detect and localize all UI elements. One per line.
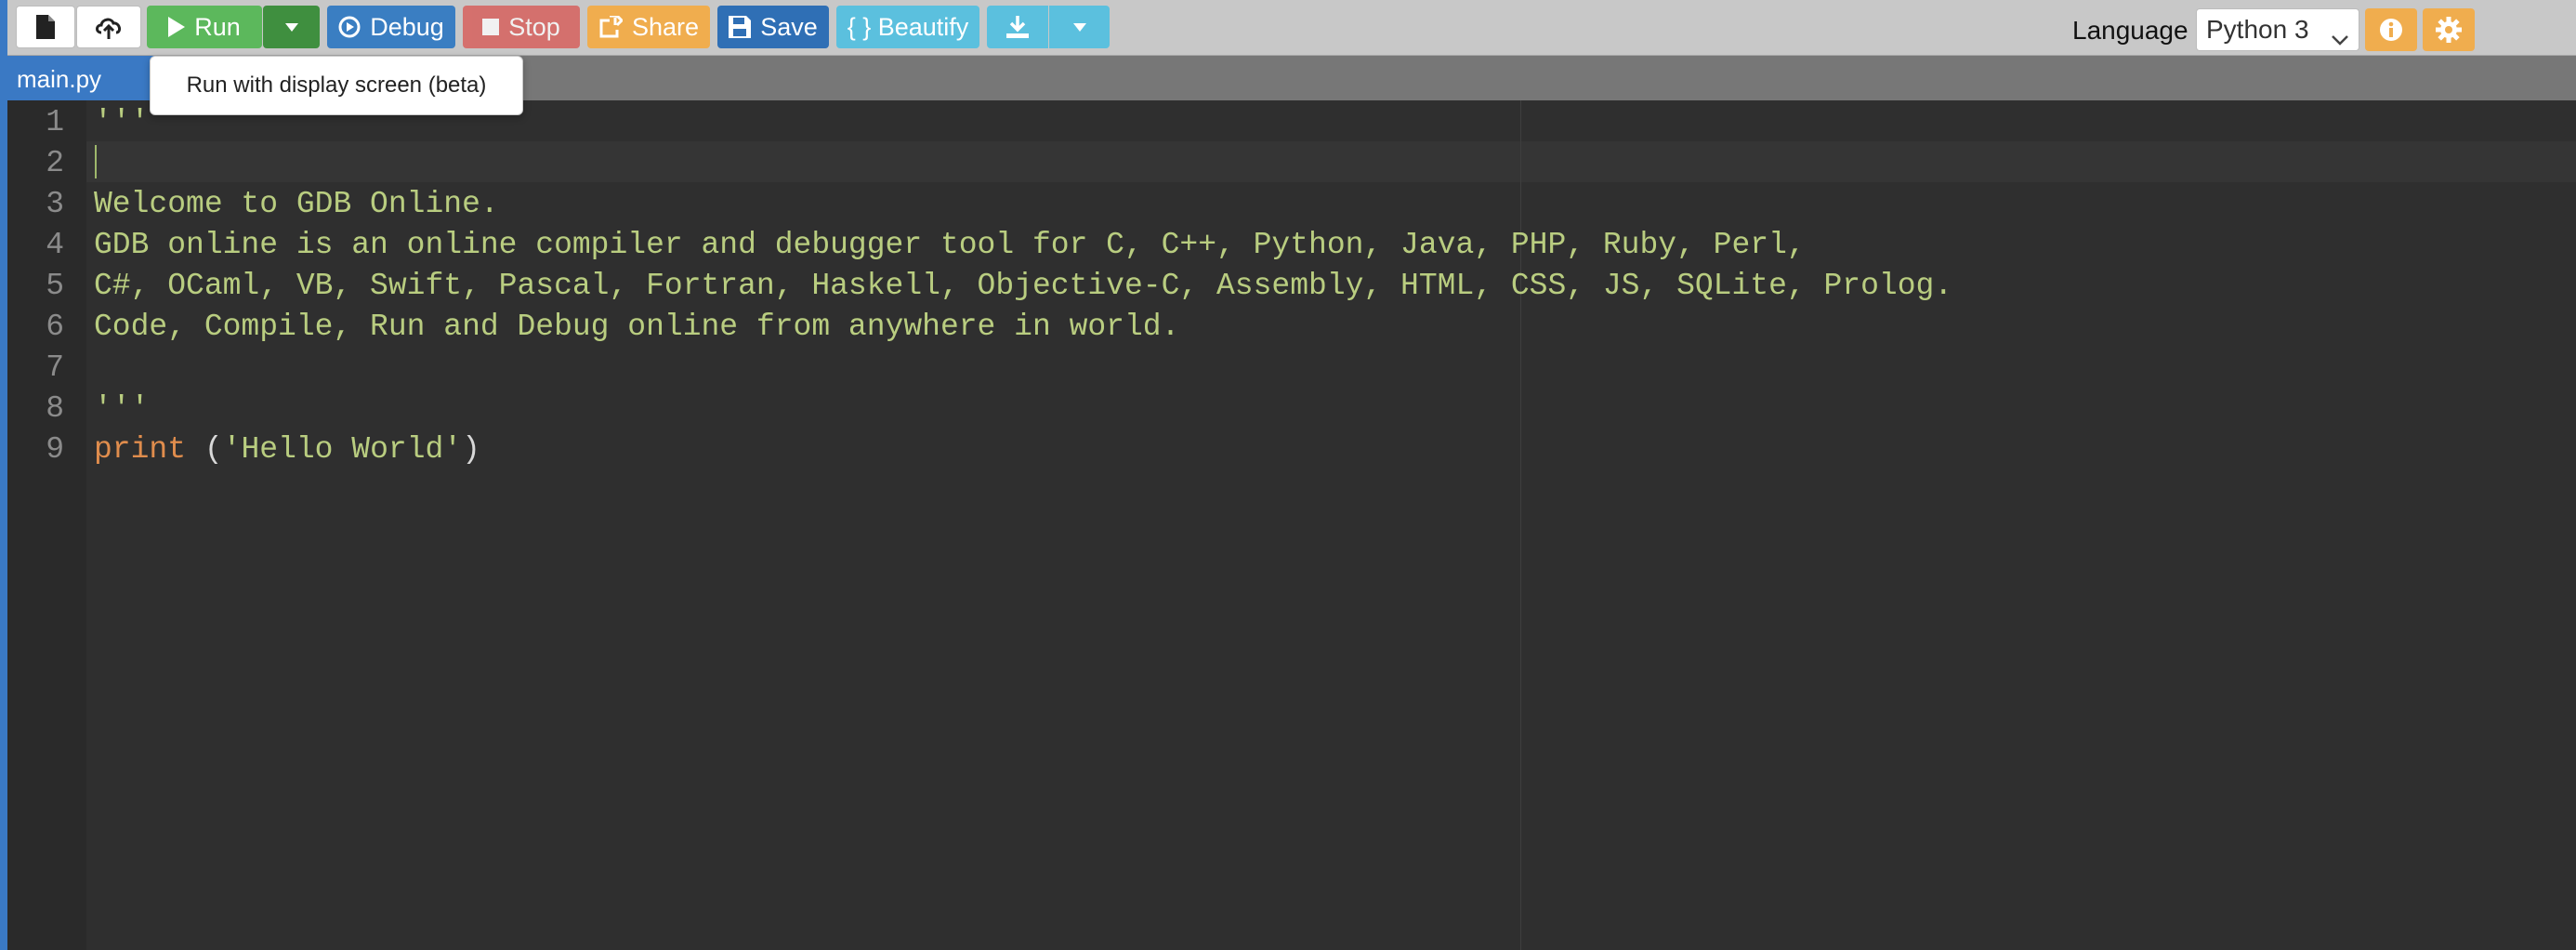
caret-down-icon (284, 22, 298, 32)
language-select[interactable]: Python 3 (2196, 8, 2359, 51)
upload-button[interactable] (76, 6, 141, 48)
tab-label: main.py (17, 65, 102, 93)
cloud-upload-icon (95, 15, 123, 39)
settings-button[interactable] (2423, 8, 2475, 51)
line-number: 2 (46, 146, 64, 180)
language-label: Language (2072, 16, 2188, 45)
play-icon (168, 17, 186, 37)
new-file-button[interactable] (16, 6, 75, 48)
download-button[interactable] (987, 6, 1048, 48)
share-button[interactable]: Share (587, 6, 710, 48)
stop-icon (482, 19, 500, 35)
beautify-button-label: { } Beautify (847, 12, 969, 41)
line-number: 5 (46, 269, 64, 303)
code-line: ''' (94, 391, 150, 426)
left-edge-strip (0, 0, 7, 950)
beautify-button[interactable]: { } Beautify (836, 6, 979, 48)
code-line-print: print ('Hello World') (94, 432, 480, 467)
language-select-value: Python 3 (2206, 15, 2309, 44)
info-button[interactable] (2365, 8, 2417, 51)
keyword-print: print (94, 432, 187, 467)
code-line: ''' (94, 105, 150, 139)
line-number-gutter: 1 2 3 4 5 6 7 8 9 (7, 100, 86, 950)
stop-button[interactable]: Stop (463, 6, 580, 48)
info-icon (2379, 18, 2403, 42)
save-button[interactable]: Save (717, 6, 829, 48)
share-icon (598, 16, 623, 38)
run-options-tooltip[interactable]: Run with display screen (beta) (150, 56, 523, 115)
line-number: 9 (46, 432, 64, 467)
line-number: 7 (46, 350, 64, 385)
line-number: 6 (46, 310, 64, 344)
tab-main-py[interactable]: main.py (7, 56, 167, 100)
debug-button[interactable]: Debug (327, 6, 455, 48)
run-button-label: Run (194, 12, 241, 41)
line-number: 1 (46, 105, 64, 139)
code-line: C#, OCaml, VB, Swift, Pascal, Fortran, H… (94, 269, 1953, 303)
run-button[interactable]: Run (147, 6, 262, 48)
line-number: 3 (46, 187, 64, 221)
code-line: Code, Compile, Run and Debug online from… (94, 310, 1180, 344)
gear-icon (2436, 17, 2462, 43)
text-cursor (95, 145, 97, 178)
line-number: 8 (46, 391, 64, 426)
download-options-dropdown[interactable] (1049, 6, 1110, 48)
paren-close: ) (462, 432, 480, 467)
code-line: Welcome to GDB Online. (94, 187, 499, 221)
download-icon (1006, 16, 1029, 38)
chevron-down-icon (2331, 22, 2349, 52)
stop-button-label: Stop (508, 12, 560, 41)
run-options-dropdown[interactable] (263, 6, 320, 48)
paren-open: ( (204, 432, 223, 467)
line-number: 4 (46, 228, 64, 262)
tooltip-text: Run with display screen (beta) (186, 73, 487, 98)
save-button-label: Save (760, 12, 818, 41)
string-literal: 'Hello World' (222, 432, 463, 467)
share-button-label: Share (631, 12, 700, 41)
code-line: GDB online is an online compiler and deb… (94, 228, 1806, 262)
debug-button-label: Debug (370, 12, 444, 41)
active-line-highlight (86, 141, 2576, 182)
debug-icon (338, 16, 361, 38)
file-icon (36, 15, 55, 39)
code-editor[interactable]: 1 2 3 4 5 6 7 8 9 ''' Welcome to GDB Onl… (7, 100, 2576, 950)
app-root: Run Debug Stop Share Save {} Beautify L… (0, 0, 2576, 950)
caret-down-icon (1072, 22, 1086, 32)
toolbar: Run Debug Stop Share Save {} Beautify L… (7, 0, 2576, 56)
floppy-disk-icon (729, 16, 752, 38)
